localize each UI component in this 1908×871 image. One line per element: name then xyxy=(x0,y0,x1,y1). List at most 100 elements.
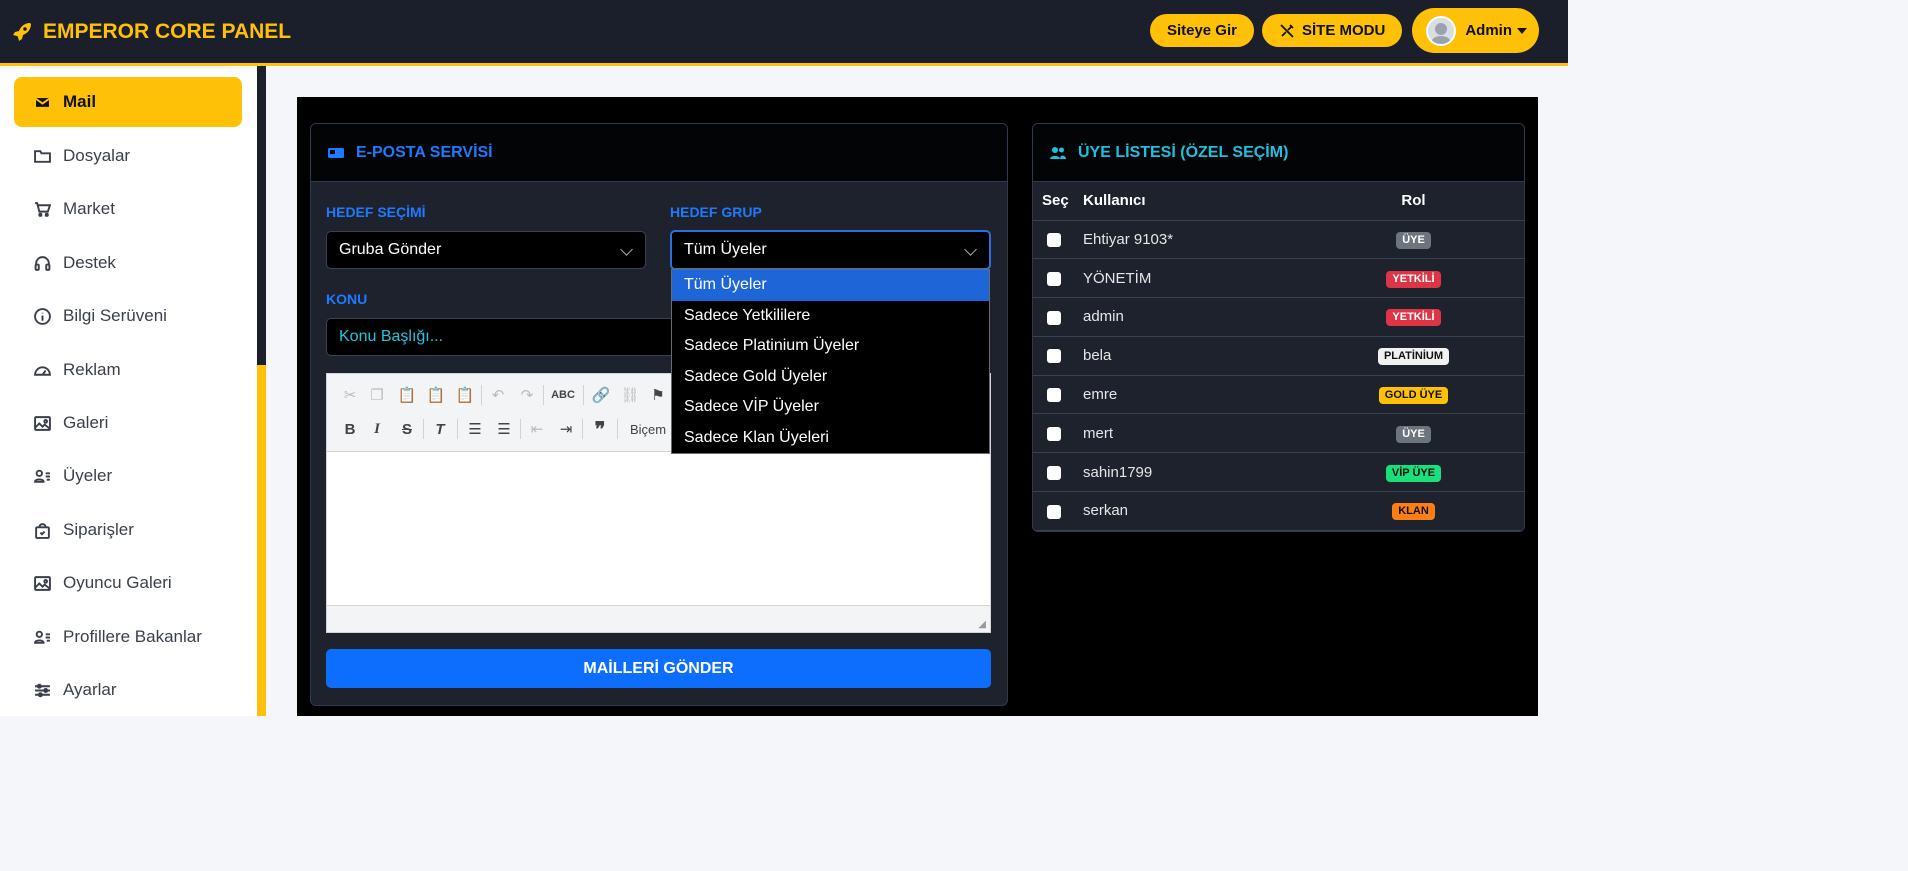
brand[interactable]: EMPEROR CORE PANEL xyxy=(10,20,291,44)
sidebar-item-destek[interactable]: Destek xyxy=(14,238,242,288)
sidebar-item-oyuncu-galeri[interactable]: Oyuncu Galeri xyxy=(14,558,242,608)
target-select[interactable]: Gruba Gönder xyxy=(326,231,646,269)
subject-label: KONU xyxy=(326,291,368,307)
tools-icon xyxy=(1280,23,1294,38)
bag-check-icon xyxy=(35,522,50,539)
table-row[interactable]: YÖNETİM YETKİLİ xyxy=(1033,258,1524,299)
sidebar-item-uyeler[interactable]: Üyeler xyxy=(14,451,242,501)
role-badge: GOLD ÜYE xyxy=(1378,387,1449,405)
table-row[interactable]: sahin1799 VİP ÜYE xyxy=(1033,452,1524,493)
strikethrough-icon[interactable]: S xyxy=(396,418,418,440)
members-card-title: ÜYE LİSTESİ (ÖZEL SEÇİM) xyxy=(1078,143,1289,161)
subject-input[interactable]: Konu Başlığı... xyxy=(326,318,672,356)
target-label: HEDEF SEÇİMİ xyxy=(326,204,426,220)
user-cell: YÖNETİM xyxy=(1083,258,1333,299)
paste-icon[interactable]: 📋 xyxy=(396,384,418,406)
blockquote-icon[interactable]: ❞ xyxy=(589,418,611,441)
table-row[interactable]: emre GOLD ÜYE xyxy=(1033,375,1524,415)
copy-icon[interactable]: ❐ xyxy=(366,384,388,406)
role-cell: YETKİLİ xyxy=(1333,297,1524,337)
sidebar-item-mail[interactable]: Mail xyxy=(14,77,242,127)
unlink-icon[interactable]: ⛓ xyxy=(619,384,641,406)
sidebar-item-market[interactable]: Market xyxy=(14,184,242,234)
row-checkbox[interactable] xyxy=(1047,271,1061,286)
role-cell: YETKİLİ xyxy=(1333,258,1524,299)
cart-icon xyxy=(35,201,51,217)
sidebar-item-reklam[interactable]: Reklam xyxy=(14,345,242,395)
table-row[interactable]: bela PLATİNİUM xyxy=(1033,336,1524,376)
row-checkbox[interactable] xyxy=(1047,388,1061,403)
row-select-cell xyxy=(1033,220,1083,260)
resize-handle-icon[interactable]: ◢ xyxy=(978,619,986,630)
user-name: Admin xyxy=(1465,22,1512,39)
group-option[interactable]: Tüm Üyeler xyxy=(672,270,989,301)
cut-icon[interactable]: ✂ xyxy=(339,384,361,406)
group-option[interactable]: Sadece VİP Üyeler xyxy=(672,392,989,423)
image-icon xyxy=(34,575,51,591)
table-row[interactable]: admin YETKİLİ xyxy=(1033,297,1524,337)
redo-icon[interactable]: ↷ xyxy=(516,384,538,406)
table-row[interactable]: serkan KLAN xyxy=(1033,491,1524,531)
person-lines-icon xyxy=(34,469,50,483)
table-row[interactable]: mert ÜYE xyxy=(1033,413,1524,454)
toolbar-separator xyxy=(423,419,424,439)
numbered-list-icon[interactable]: ☰ xyxy=(464,418,486,440)
caret-down-icon xyxy=(1517,27,1527,34)
link-icon[interactable]: 🔗 xyxy=(590,384,612,406)
paste-word-icon[interactable]: 📋 xyxy=(454,384,476,406)
indent-icon[interactable]: ⇥ xyxy=(555,418,577,440)
bulleted-list-icon[interactable]: ☰ xyxy=(493,418,515,440)
group-select-value: Tüm Üyeler xyxy=(684,241,767,258)
row-checkbox[interactable] xyxy=(1047,426,1061,441)
role-cell: VİP ÜYE xyxy=(1333,452,1524,493)
sidebar-item-galeri[interactable]: Galeri xyxy=(14,398,242,448)
user-menu-button[interactable]: Admin xyxy=(1412,8,1539,53)
undo-icon[interactable]: ↶ xyxy=(487,384,509,406)
group-label: HEDEF GRUP xyxy=(670,204,762,220)
row-checkbox[interactable] xyxy=(1047,310,1061,325)
group-option[interactable]: Sadece Platinium Üyeler xyxy=(672,331,989,362)
sidebar-scrollbar-thumb[interactable] xyxy=(257,365,266,716)
sidebar-item-ayarlar[interactable]: Ayarlar xyxy=(14,665,242,715)
row-select-cell xyxy=(1033,297,1083,337)
anchor-flag-icon[interactable]: ⚑ xyxy=(647,384,669,406)
role-cell: PLATİNİUM xyxy=(1333,336,1524,376)
user-cell: mert xyxy=(1083,413,1333,454)
sidebar-item-label: Ayarlar xyxy=(63,680,117,699)
row-select-cell xyxy=(1033,452,1083,493)
column-header: Rol xyxy=(1333,182,1524,221)
row-checkbox[interactable] xyxy=(1047,349,1061,364)
role-badge: KLAN xyxy=(1392,503,1435,521)
speedometer-icon xyxy=(34,365,51,376)
outdent-icon[interactable]: ⇤ xyxy=(526,418,548,440)
sidebar-item-label: Oyuncu Galeri xyxy=(63,573,172,592)
role-cell: ÜYE xyxy=(1333,413,1524,454)
send-mails-button[interactable]: MAİLLERİ GÖNDER xyxy=(326,649,991,688)
sidebar-item-bilgi[interactable]: Bilgi Serüveni xyxy=(14,291,242,341)
bold-icon[interactable]: B xyxy=(339,418,361,440)
sidebar-item-label: Galeri xyxy=(63,413,109,432)
group-option[interactable]: Sadece Klan Üyeleri xyxy=(672,423,989,454)
row-checkbox[interactable] xyxy=(1047,232,1061,247)
format-dropdown[interactable]: Biçem xyxy=(630,422,666,437)
site-mode-button[interactable]: SİTE MODU xyxy=(1261,14,1403,47)
italic-icon[interactable]: I xyxy=(366,418,388,440)
subject-placeholder: Konu Başlığı... xyxy=(339,328,444,345)
editor-statusbar: ◢ xyxy=(327,605,990,632)
user-cell: emre xyxy=(1083,375,1333,415)
spellcheck-icon[interactable]: ABC xyxy=(551,384,575,406)
table-row[interactable]: Ehtiyar 9103* ÜYE xyxy=(1033,220,1524,260)
group-option[interactable]: Sadece Yetkililere xyxy=(672,301,989,332)
paste-text-icon[interactable]: 📋 xyxy=(425,384,447,406)
sidebar-item-siparisler[interactable]: Siparişler xyxy=(14,505,242,555)
group-select[interactable]: Tüm Üyeler xyxy=(670,230,991,270)
row-checkbox[interactable] xyxy=(1047,504,1061,519)
mail-card-icon xyxy=(328,147,344,158)
sidebar-item-profillere-bakanlar[interactable]: Profillere Bakanlar xyxy=(14,612,242,662)
row-select-cell xyxy=(1033,491,1083,531)
remove-format-icon[interactable]: T xyxy=(429,418,451,440)
site-enter-button[interactable]: Siteye Gir xyxy=(1149,14,1254,47)
sidebar-item-dosyalar[interactable]: Dosyalar xyxy=(14,131,242,181)
row-checkbox[interactable] xyxy=(1047,465,1061,480)
group-option[interactable]: Sadece Gold Üyeler xyxy=(672,362,989,393)
